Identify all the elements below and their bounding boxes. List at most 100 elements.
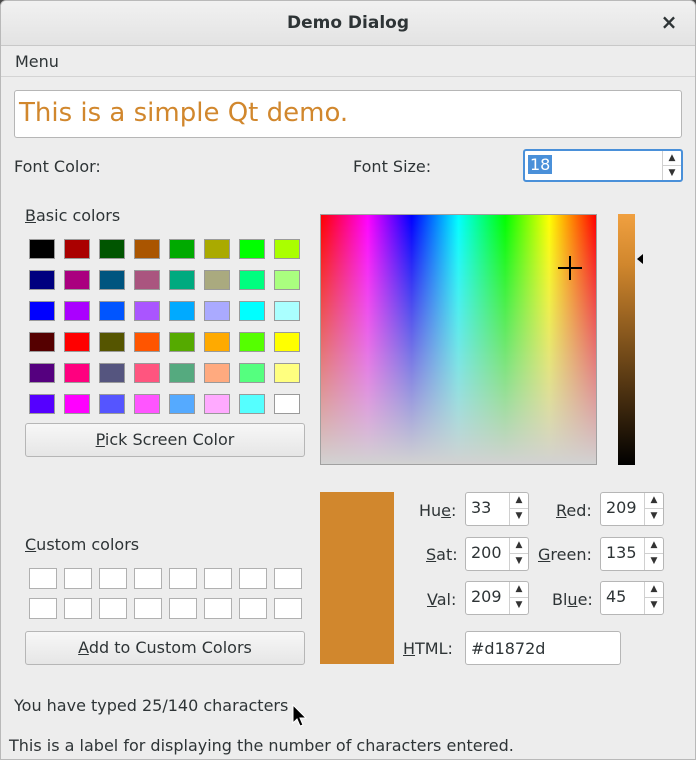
basic-color-swatch[interactable]: [99, 270, 125, 290]
basic-color-swatch[interactable]: [134, 239, 160, 259]
basic-color-swatch[interactable]: [169, 394, 195, 414]
custom-color-slot[interactable]: [274, 598, 302, 619]
basic-color-swatch[interactable]: [204, 332, 230, 352]
value-slider-arrow-icon[interactable]: [637, 254, 643, 264]
basic-color-swatch[interactable]: [29, 270, 55, 290]
basic-color-swatch[interactable]: [99, 363, 125, 383]
red-spinbox[interactable]: 209 ▲ ▼: [600, 492, 664, 526]
basic-color-swatch[interactable]: [29, 363, 55, 383]
basic-color-swatch[interactable]: [239, 332, 265, 352]
basic-color-swatch[interactable]: [239, 270, 265, 290]
basic-color-swatch[interactable]: [274, 363, 300, 383]
basic-color-swatch[interactable]: [204, 363, 230, 383]
value-slider[interactable]: [618, 214, 635, 465]
basic-color-swatch[interactable]: [134, 394, 160, 414]
basic-color-swatch[interactable]: [169, 332, 195, 352]
custom-color-slot[interactable]: [64, 568, 92, 589]
val-spinbox[interactable]: 209 ▲ ▼: [465, 581, 529, 615]
basic-color-swatch[interactable]: [99, 332, 125, 352]
title-bar[interactable]: Demo Dialog ×: [1, 1, 695, 46]
spin-up-icon[interactable]: ▲: [645, 493, 663, 509]
basic-color-swatch[interactable]: [134, 332, 160, 352]
crosshair-icon[interactable]: [558, 256, 582, 280]
basic-color-swatch[interactable]: [29, 239, 55, 259]
basic-color-swatch[interactable]: [274, 301, 300, 321]
custom-color-slot[interactable]: [239, 598, 267, 619]
font-color-label: Font Color:: [14, 157, 101, 176]
basic-color-swatch[interactable]: [204, 394, 230, 414]
font-size-spinbox[interactable]: 18 ▲ ▼: [523, 149, 683, 182]
basic-color-swatch[interactable]: [64, 239, 90, 259]
demo-text-input[interactable]: This is a simple Qt demo.: [14, 90, 682, 138]
custom-color-slot[interactable]: [29, 568, 57, 589]
green-arrows: ▲ ▼: [644, 538, 663, 570]
spin-down-icon[interactable]: ▼: [645, 554, 663, 570]
basic-color-swatch[interactable]: [99, 394, 125, 414]
blue-spinbox[interactable]: 45 ▲ ▼: [600, 581, 664, 615]
basic-color-swatch[interactable]: [204, 239, 230, 259]
basic-color-swatch[interactable]: [274, 270, 300, 290]
spin-up-icon[interactable]: ▲: [510, 538, 528, 554]
basic-color-swatch[interactable]: [64, 394, 90, 414]
basic-color-swatch[interactable]: [134, 270, 160, 290]
basic-color-swatch[interactable]: [29, 332, 55, 352]
custom-color-slot[interactable]: [169, 568, 197, 589]
spin-up-icon[interactable]: ▲: [645, 538, 663, 554]
basic-color-swatch[interactable]: [274, 332, 300, 352]
basic-color-swatch[interactable]: [64, 301, 90, 321]
pick-screen-color-button[interactable]: Pick Screen Color: [25, 423, 305, 457]
sat-spinbox[interactable]: 200 ▲ ▼: [465, 537, 529, 571]
custom-color-slot[interactable]: [134, 598, 162, 619]
green-value: 135: [606, 543, 637, 562]
basic-color-swatch[interactable]: [239, 363, 265, 383]
basic-color-swatch[interactable]: [239, 301, 265, 321]
spin-up-icon[interactable]: ▲: [663, 151, 681, 166]
basic-color-swatch[interactable]: [134, 363, 160, 383]
basic-color-swatch[interactable]: [169, 363, 195, 383]
basic-color-swatch[interactable]: [64, 270, 90, 290]
spin-down-icon[interactable]: ▼: [645, 509, 663, 525]
spin-up-icon[interactable]: ▲: [510, 493, 528, 509]
spin-up-icon[interactable]: ▲: [510, 582, 528, 598]
custom-color-slot[interactable]: [274, 568, 302, 589]
spin-down-icon[interactable]: ▼: [510, 598, 528, 614]
hue-spinbox[interactable]: 33 ▲ ▼: [465, 492, 529, 526]
basic-color-swatch[interactable]: [239, 394, 265, 414]
green-spinbox[interactable]: 135 ▲ ▼: [600, 537, 664, 571]
close-icon[interactable]: ×: [657, 10, 681, 34]
basic-color-swatch[interactable]: [274, 394, 300, 414]
red-value: 209: [606, 498, 637, 517]
custom-color-slot[interactable]: [99, 568, 127, 589]
spin-down-icon[interactable]: ▼: [510, 509, 528, 525]
basic-color-swatch[interactable]: [169, 301, 195, 321]
menu-item-menu[interactable]: Menu: [15, 52, 59, 71]
basic-color-swatch[interactable]: [134, 301, 160, 321]
custom-color-slot[interactable]: [169, 598, 197, 619]
spin-down-icon[interactable]: ▼: [663, 166, 681, 181]
custom-color-slot[interactable]: [204, 598, 232, 619]
basic-color-swatch[interactable]: [239, 239, 265, 259]
custom-color-slot[interactable]: [239, 568, 267, 589]
spin-down-icon[interactable]: ▼: [645, 598, 663, 614]
basic-color-swatch[interactable]: [169, 239, 195, 259]
basic-color-swatch[interactable]: [64, 363, 90, 383]
custom-color-slot[interactable]: [99, 598, 127, 619]
spin-down-icon[interactable]: ▼: [510, 554, 528, 570]
basic-color-swatch[interactable]: [99, 301, 125, 321]
basic-color-swatch[interactable]: [204, 301, 230, 321]
basic-color-swatch[interactable]: [29, 301, 55, 321]
custom-color-slot[interactable]: [29, 598, 57, 619]
basic-color-swatch[interactable]: [99, 239, 125, 259]
basic-color-swatch[interactable]: [274, 239, 300, 259]
custom-color-slot[interactable]: [134, 568, 162, 589]
basic-color-swatch[interactable]: [64, 332, 90, 352]
basic-color-swatch[interactable]: [204, 270, 230, 290]
add-to-custom-colors-button[interactable]: Add to Custom Colors: [25, 631, 305, 665]
custom-color-slot[interactable]: [204, 568, 232, 589]
custom-color-slot[interactable]: [64, 598, 92, 619]
basic-color-swatch[interactable]: [169, 270, 195, 290]
html-color-input[interactable]: #d1872d: [465, 631, 621, 665]
basic-color-swatch[interactable]: [29, 394, 55, 414]
spin-up-icon[interactable]: ▲: [645, 582, 663, 598]
hue-saturation-picker[interactable]: [320, 214, 597, 465]
